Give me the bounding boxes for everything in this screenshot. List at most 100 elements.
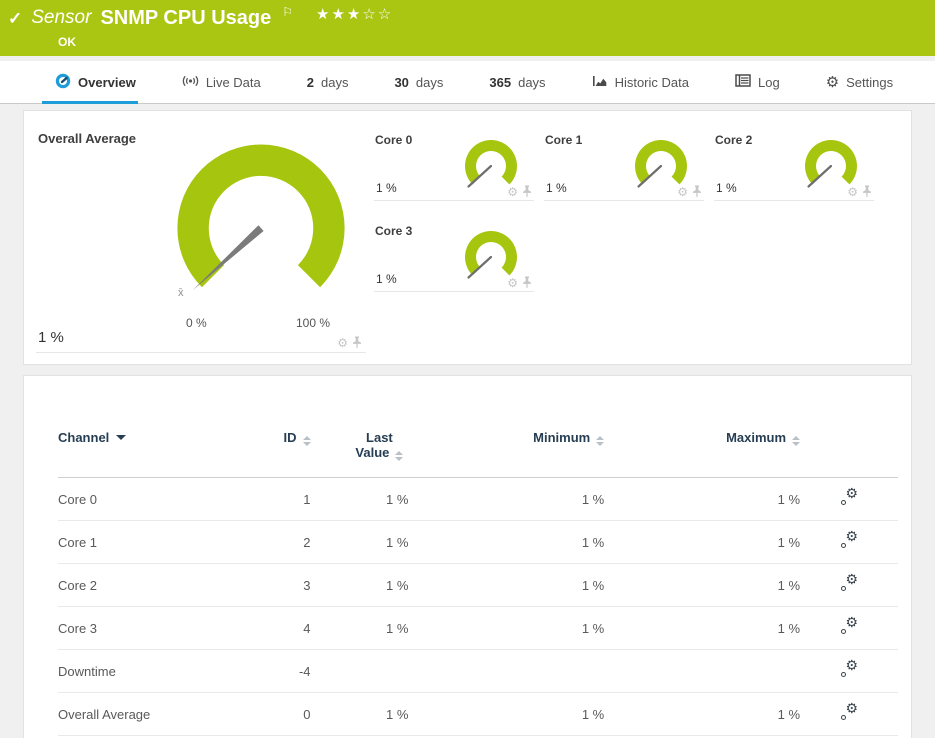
channel-maximum: 1 % — [604, 477, 801, 521]
channel-maximum: 1 % — [604, 692, 801, 736]
tab-label: Historic Data — [614, 74, 689, 90]
gauge-cell-core-1: Core 1 1 % ⚙ — [544, 123, 704, 201]
column-header-actions — [800, 406, 898, 478]
channel-last-value: 1 % — [310, 520, 409, 564]
gauge-value: 1 % — [376, 272, 397, 286]
channel-name[interactable]: Core 0 — [58, 477, 249, 521]
gauge-cell-actions: ⚙ — [507, 185, 532, 198]
channel-maximum: 1 % — [604, 563, 801, 607]
channel-id: 0 — [248, 692, 311, 736]
channel-name[interactable]: Core 2 — [58, 563, 249, 607]
table-row-core-3[interactable]: Core 3 4 1 % 1 % 1 % ⚙ — [58, 606, 898, 650]
gauge-cell-core-3: Core 3 1 % ⚙ — [374, 214, 534, 292]
channel-id: 4 — [248, 606, 311, 650]
gauge-title: Core 3 — [375, 224, 413, 238]
tab-2-days[interactable]: 2 days — [307, 61, 349, 103]
sort-icon — [302, 436, 311, 446]
tab-live-data[interactable]: Live Data — [182, 61, 261, 103]
column-header-channel[interactable]: Channel — [58, 406, 249, 478]
gauge-cell-actions: ⚙ — [507, 276, 532, 289]
object-kind-label: Sensor — [31, 7, 92, 28]
channel-maximum: 1 % — [604, 606, 801, 650]
sort-icon — [792, 436, 801, 446]
channel-id: 3 — [248, 563, 311, 607]
flag-icon[interactable]: ⚐ — [282, 5, 293, 19]
gauge-icon — [55, 73, 71, 92]
channel-settings-gears-icon[interactable]: ⚙ — [840, 486, 858, 506]
channel-settings-gears-icon[interactable]: ⚙ — [840, 615, 858, 635]
tab-historic-data[interactable]: Historic Data — [592, 61, 689, 103]
tab-365-days[interactable]: 365 days — [489, 61, 545, 103]
channel-minimum: 1 % — [408, 477, 605, 521]
channel-minimum: 1 % — [408, 563, 605, 607]
channel-name[interactable]: Core 3 — [58, 606, 249, 650]
gear-icon[interactable]: ⚙ — [507, 277, 518, 289]
pin-icon[interactable] — [522, 185, 532, 198]
sensor-title-row: ✓ Sensor SNMP CPU Usage ⚐ ★★★☆☆ — [8, 5, 925, 32]
channel-last-value: 1 % — [310, 477, 409, 521]
channels-panel: Channel ID Last Value Minimum Maximum Co… — [23, 375, 912, 738]
priority-stars[interactable]: ★★★☆☆ — [316, 5, 393, 25]
overall-average-gauge — [166, 133, 356, 314]
status-check-icon: ✓ — [8, 9, 23, 28]
gauge-value: 1 % — [716, 181, 737, 195]
tab-label: Settings — [846, 74, 894, 90]
gauge-arc — [177, 144, 345, 288]
channel-maximum — [604, 649, 801, 693]
channel-minimum: 1 % — [408, 520, 605, 564]
tab-label: days — [518, 74, 546, 90]
channel-name[interactable]: Overall Average — [58, 692, 249, 736]
gauge-title: Core 0 — [375, 133, 413, 147]
channel-id: -4 — [248, 649, 311, 693]
stars-empty: ☆☆ — [362, 6, 394, 23]
table-row-core-2[interactable]: Core 2 3 1 % 1 % 1 % ⚙ — [58, 563, 898, 607]
tab-settings[interactable]: ⚙ Settings — [826, 61, 893, 103]
pin-icon[interactable] — [862, 185, 872, 198]
tab-overview[interactable]: Overview — [42, 61, 138, 104]
channel-maximum: 1 % — [604, 520, 801, 564]
gauge-cell-actions: ⚙ — [847, 185, 872, 198]
tab-label: days — [415, 74, 444, 90]
gauge-value: 1 % — [546, 181, 567, 195]
channel-name[interactable]: Core 1 — [58, 520, 249, 564]
channel-settings-gears-icon[interactable]: ⚙ — [840, 529, 858, 549]
gauge-title: Core 2 — [715, 133, 753, 147]
pin-icon[interactable] — [352, 336, 362, 349]
broadcast-icon — [182, 73, 199, 92]
column-header-last-value[interactable]: Last Value — [310, 406, 409, 478]
table-row-core-0[interactable]: Core 0 1 1 % 1 % 1 % ⚙ — [58, 477, 898, 521]
channel-settings-gears-icon[interactable]: ⚙ — [840, 572, 858, 592]
channel-settings-gears-icon[interactable]: ⚙ — [840, 701, 858, 721]
table-row-downtime[interactable]: Downtime -4 ⚙ — [58, 649, 898, 693]
sort-icon — [596, 436, 605, 446]
gauge-cell-core-0: Core 0 1 % ⚙ — [374, 123, 534, 201]
gauge-cell-core-2: Core 2 1 % ⚙ — [714, 123, 874, 201]
tab-day-count: 30 — [394, 74, 409, 90]
chart-icon — [592, 74, 608, 91]
table-row-overall-average[interactable]: Overall Average 0 1 % 1 % 1 % ⚙ — [58, 692, 898, 736]
tab-label: Log — [757, 74, 780, 90]
average-marker: x̄ — [178, 287, 184, 299]
column-header-id[interactable]: ID — [248, 406, 311, 478]
tab-label: Overview — [78, 74, 136, 90]
channel-settings-gears-icon[interactable]: ⚙ — [840, 658, 858, 678]
tab-day-count: 365 — [489, 74, 512, 90]
gear-icon[interactable]: ⚙ — [847, 186, 858, 198]
gear-icon[interactable]: ⚙ — [337, 337, 348, 349]
page-title: SNMP CPU Usage — [100, 7, 272, 29]
gear-icon[interactable]: ⚙ — [677, 186, 688, 198]
content-area: Overall Average x̄ 0 % 100 % 1 % ⚙ Core … — [0, 104, 935, 738]
table-row-core-1[interactable]: Core 1 2 1 % 1 % 1 % ⚙ — [58, 520, 898, 564]
tab-bar: Overview Live Data 2 days 30 days 365 da… — [0, 61, 935, 104]
pin-icon[interactable] — [692, 185, 702, 198]
table-header-row: Channel ID Last Value Minimum Maximum — [58, 406, 898, 478]
channel-name[interactable]: Downtime — [58, 649, 249, 693]
tab-30-days[interactable]: 30 days — [394, 61, 443, 103]
column-header-minimum[interactable]: Minimum — [408, 406, 605, 478]
sort-icon — [395, 451, 404, 461]
tab-log[interactable]: Log — [735, 61, 780, 103]
pin-icon[interactable] — [522, 276, 532, 289]
gear-icon[interactable]: ⚙ — [507, 186, 518, 198]
gauge-scale-max: 100 % — [296, 316, 331, 330]
column-header-maximum[interactable]: Maximum — [604, 406, 801, 478]
